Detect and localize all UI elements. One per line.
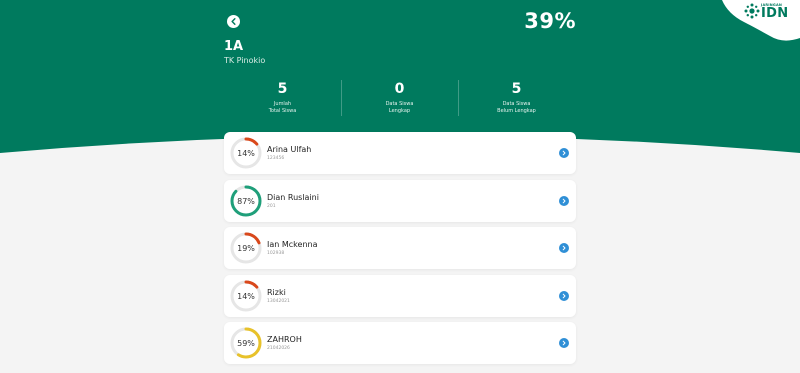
student-id: 21042026 <box>267 346 290 351</box>
chevron-right-icon <box>562 293 566 299</box>
chevron-right-icon <box>562 340 566 346</box>
student-name: ZAHROH <box>267 335 302 344</box>
stat-total-value: 5 <box>277 81 288 97</box>
stat-complete-label: Data Siswa Lengkap <box>385 101 414 114</box>
student-id: 102938 <box>267 251 285 256</box>
student-card[interactable]: 19% Ian Mckenna 102938 <box>224 227 576 269</box>
stat-complete-data: 0 Data Siswa Lengkap <box>341 80 458 115</box>
student-name: Arina Ulfah <box>267 145 312 154</box>
student-id: 13042021 <box>267 299 290 304</box>
student-name: Rizki <box>267 288 286 297</box>
stats-summary: 5 Jumlah Total Siswa 0 Data Siswa Lengka… <box>224 80 576 118</box>
student-id: 123456 <box>267 156 285 161</box>
chevron-right-icon <box>562 198 566 204</box>
student-card[interactable]: 59% ZAHROH 21042026 <box>224 322 576 364</box>
chevron-right-icon <box>562 150 566 156</box>
progress-percent: 14% <box>237 148 255 158</box>
open-student-button[interactable] <box>559 243 569 253</box>
back-button[interactable] <box>227 15 240 28</box>
student-name: Ian Mckenna <box>267 240 318 249</box>
stat-incomplete-data: 5 Data Siswa Belum Lengkap <box>458 80 575 115</box>
stat-incomplete-value: 5 <box>511 81 522 97</box>
class-name: 1A <box>224 39 244 54</box>
student-card[interactable]: 14% Rizki 13042021 <box>224 275 576 317</box>
stat-complete-value: 0 <box>394 81 405 97</box>
student-card[interactable]: 14% Arina Ulfah 123456 <box>224 132 576 174</box>
class-completion-percent: 39% <box>524 9 576 33</box>
progress-percent: 87% <box>237 196 255 206</box>
chevron-left-icon <box>231 18 236 25</box>
progress-percent: 19% <box>237 243 255 253</box>
stat-total-label: Jumlah Total Siswa <box>268 101 297 114</box>
stat-total-students: 5 Jumlah Total Siswa <box>224 80 341 115</box>
stat-incomplete-label: Data Siswa Belum Lengkap <box>497 101 536 114</box>
student-card[interactable]: 87% Dian Ruslaini 201 <box>224 180 576 222</box>
open-student-button[interactable] <box>559 148 569 158</box>
progress-percent: 59% <box>237 338 255 348</box>
open-student-button[interactable] <box>559 196 569 206</box>
student-name: Dian Ruslaini <box>267 193 319 202</box>
logo-big-text: IDN <box>761 6 789 21</box>
school-name: TK Pinokio <box>224 56 266 65</box>
idn-logo: JARINGAN IDN <box>742 1 792 23</box>
progress-percent: 14% <box>237 291 255 301</box>
chevron-right-icon <box>562 245 566 251</box>
open-student-button[interactable] <box>559 291 569 301</box>
student-id: 201 <box>267 204 276 209</box>
open-student-button[interactable] <box>559 338 569 348</box>
idn-logo-icon <box>744 3 760 19</box>
